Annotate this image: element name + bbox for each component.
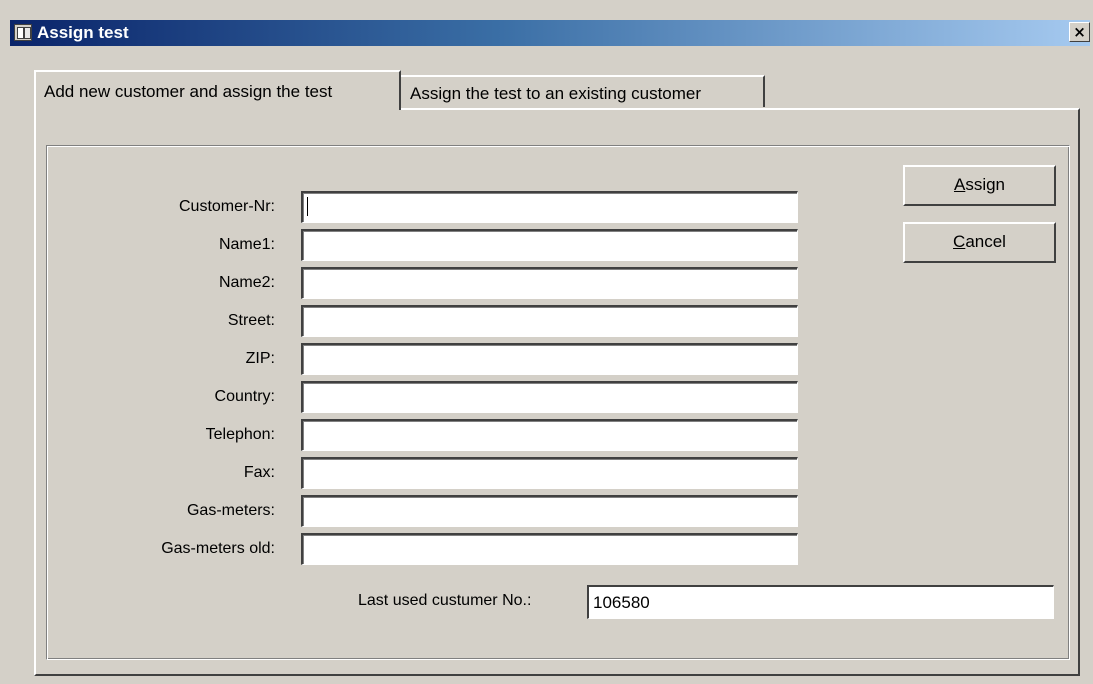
telephon-input[interactable] xyxy=(301,419,798,451)
last-used-customer-label: Last used custumer No.: xyxy=(358,592,532,609)
cancel-button[interactable]: Cancel xyxy=(903,222,1056,263)
gas-meters-input[interactable] xyxy=(301,495,798,527)
tab-add-new-customer[interactable]: Add new customer and assign the test xyxy=(34,70,401,110)
title-bar[interactable]: Assign test × xyxy=(10,20,1090,46)
zip-input[interactable] xyxy=(301,343,798,375)
assign-button[interactable]: Assign xyxy=(903,165,1056,206)
cancel-accel: C xyxy=(953,232,966,251)
customer-nr-input[interactable] xyxy=(301,191,798,223)
gas-meters-old-input[interactable] xyxy=(301,533,798,565)
cancel-label-rest: ancel xyxy=(965,232,1006,251)
last-used-customer-input[interactable]: 106580 xyxy=(587,585,1054,619)
country-input[interactable] xyxy=(301,381,798,413)
fax-input[interactable] xyxy=(301,457,798,489)
close-icon[interactable]: × xyxy=(1069,22,1090,42)
gas-meters-old-label: Gas-meters old: xyxy=(161,540,275,557)
text-caret xyxy=(307,197,308,216)
name2-input[interactable] xyxy=(301,267,798,299)
tab-assign-existing-customer[interactable]: Assign the test to an existing customer xyxy=(400,75,765,107)
country-label: Country: xyxy=(214,388,275,405)
street-label: Street: xyxy=(227,312,275,329)
assign-test-dialog: Assign test × Add new customer and assig… xyxy=(0,0,1093,684)
telephon-label: Telephon: xyxy=(205,426,275,443)
name1-input[interactable] xyxy=(301,229,798,261)
street-input[interactable] xyxy=(301,305,798,337)
name2-label: Name2: xyxy=(218,274,275,291)
name1-label: Name1: xyxy=(218,236,275,253)
zip-label: ZIP: xyxy=(245,350,275,367)
gas-meters-label: Gas-meters: xyxy=(186,502,275,519)
window-title: Assign test xyxy=(37,23,129,42)
customer-nr-label: Customer-Nr: xyxy=(178,198,275,215)
assign-accel: A xyxy=(953,175,966,194)
assign-label-rest: ssign xyxy=(965,175,1006,194)
fax-label: Fax: xyxy=(243,464,275,481)
app-book-icon xyxy=(14,24,32,41)
